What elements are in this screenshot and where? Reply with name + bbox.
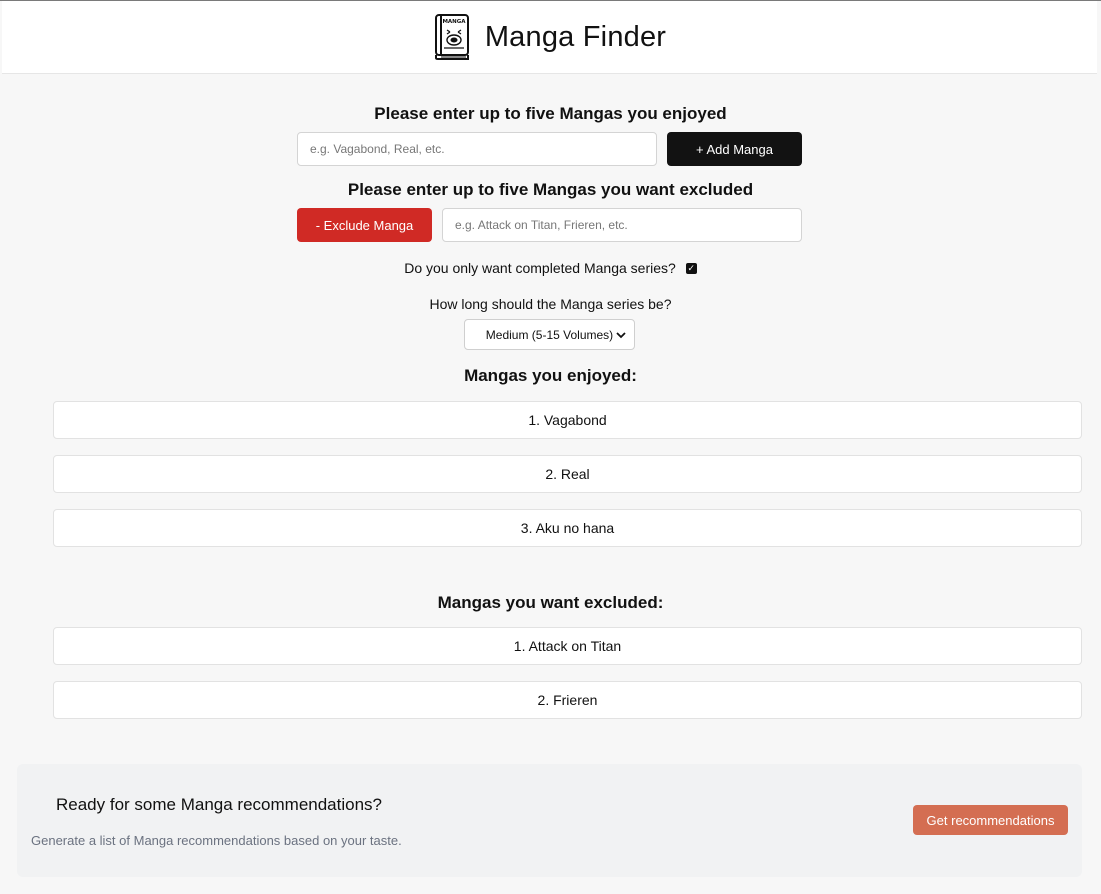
completed-checkbox[interactable]: ✓ [685,262,697,274]
logo-text: MANGA [442,19,466,25]
exclude-manga-button[interactable]: - Exclude Manga [297,208,432,242]
app-title: Manga Finder [484,20,667,53]
recommendation-subtitle: Generate a list of Manga recommendations… [31,833,402,848]
enjoyed-heading: Please enter up to five Mangas you enjoy… [374,104,727,123]
enjoyed-manga-input[interactable] [297,132,657,166]
excluded-list-heading: Mangas you want excluded: [437,593,664,612]
length-filter-label: How long should the Manga series be? [429,296,672,312]
enjoyed-list-item: 3. Aku no hana [53,509,1082,547]
excluded-heading: Please enter up to five Mangas you want … [347,180,754,199]
get-recommendations-button[interactable]: Get recommendations [913,805,1068,835]
excluded-list-item: 1. Attack on Titan [53,627,1082,665]
enjoyed-list-heading: Mangas you enjoyed: [464,366,637,385]
recommendation-panel: Ready for some Manga recommendations? Ge… [17,764,1082,877]
length-select[interactable]: Medium (5-15 Volumes) [464,319,635,350]
enjoyed-list-item: 1. Vagabond [53,401,1082,439]
completed-filter-row: Do you only want completed Manga series?… [0,260,1101,276]
enjoyed-list-item: 2. Real [53,455,1082,493]
app-header: MANGA Manga Finder [2,1,1097,74]
add-manga-button[interactable]: + Add Manga [667,132,802,166]
chevron-down-icon [616,328,626,345]
completed-filter-label: Do you only want completed Manga series? [404,260,676,276]
recommendation-title: Ready for some Manga recommendations? [56,795,382,814]
manga-book-icon: MANGA [433,13,471,61]
excluded-manga-input[interactable] [442,208,802,242]
excluded-list-item: 2. Frieren [53,681,1082,719]
length-select-value: Medium (5-15 Volumes) [485,327,614,342]
